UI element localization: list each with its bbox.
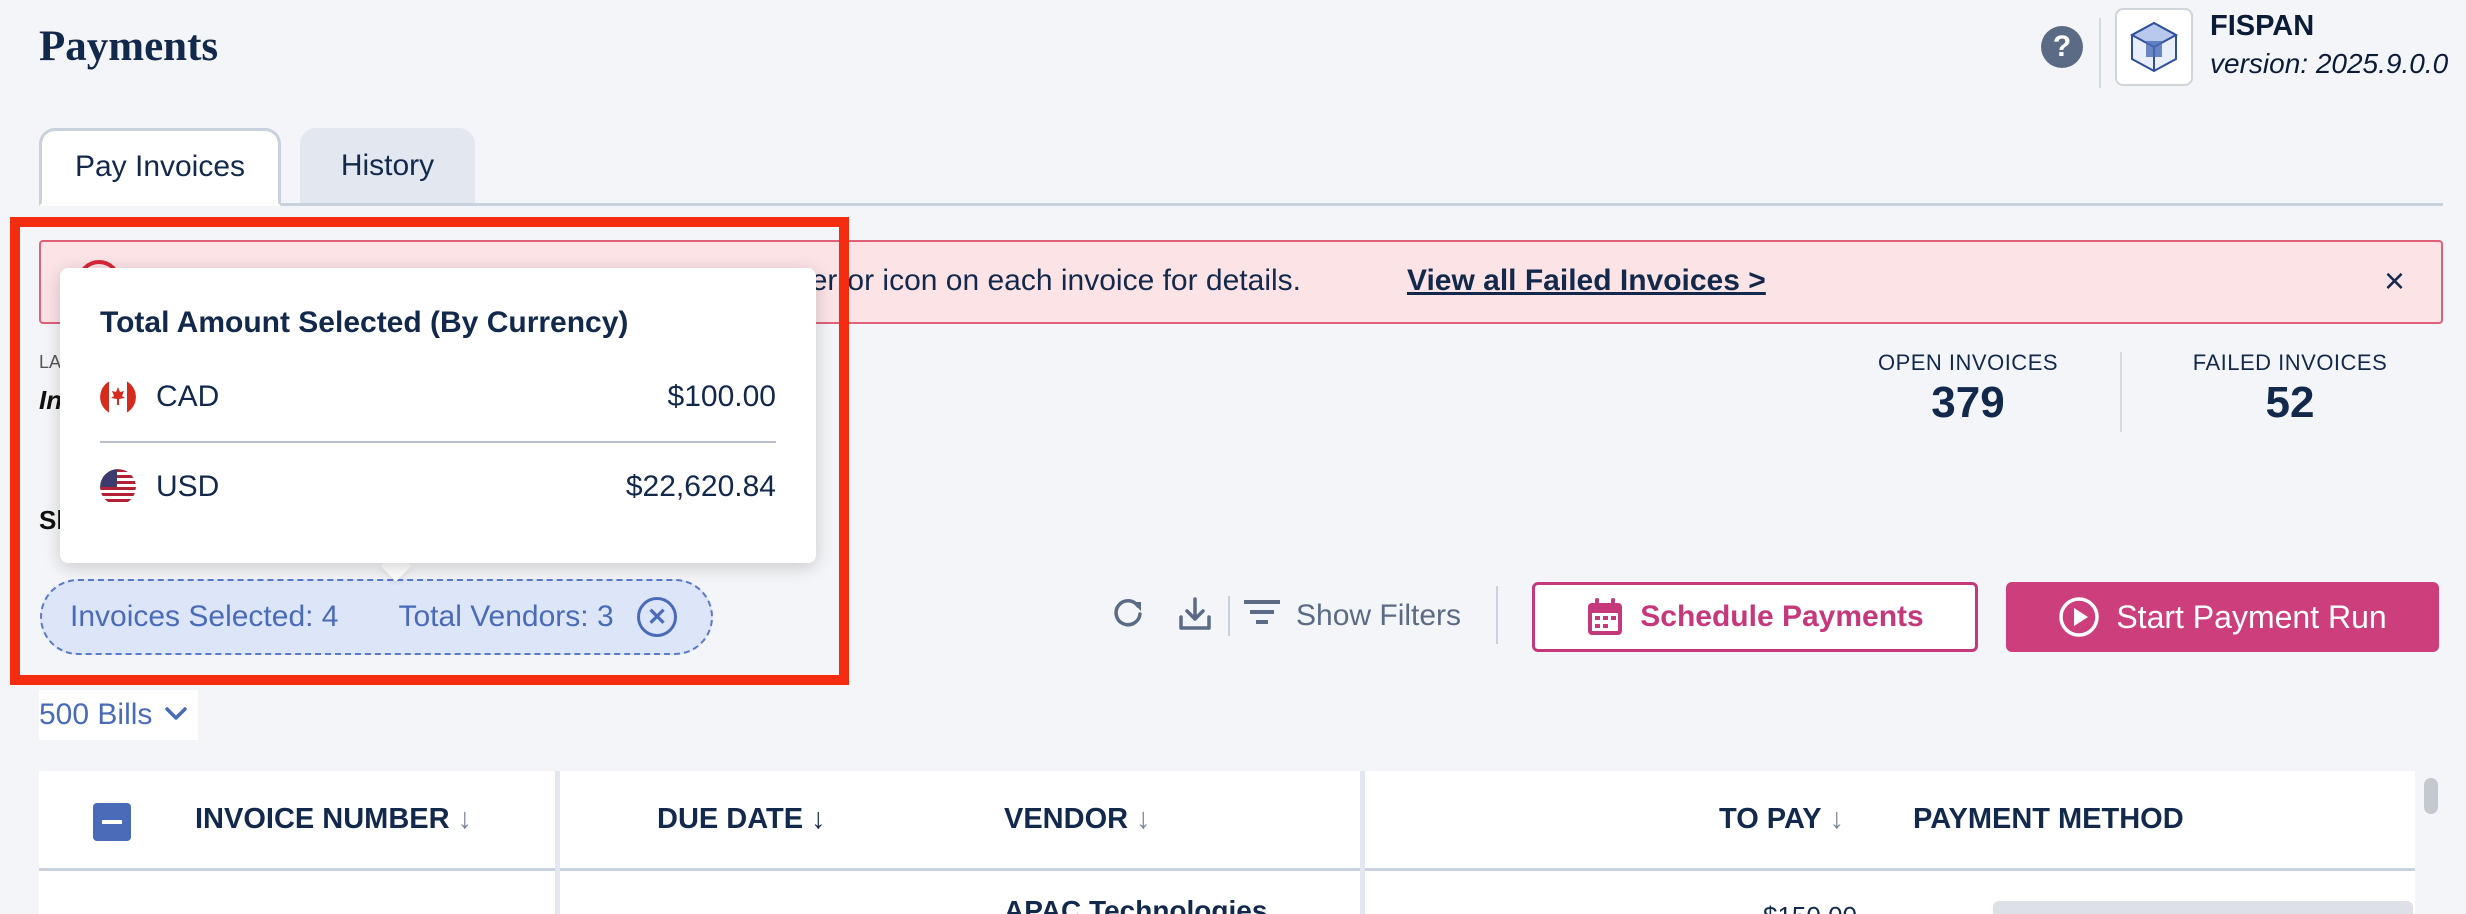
failed-invoices-value: 52 [2265,378,2315,427]
calendar-icon [1586,597,1624,637]
currency-amount: $22,620.84 [625,470,776,503]
selection-summary-chip[interactable]: Invoices Selected: 4 Total Vendors: 3 ✕ [40,579,713,655]
sort-arrow-icon: ↓ [1829,803,1845,835]
column-label: VENDOR [1004,803,1129,835]
play-circle-icon [2058,596,2100,638]
download-icon[interactable] [1175,594,1215,634]
canada-flag-icon [100,379,136,415]
tab-history[interactable]: History [300,128,475,203]
toolbar-divider [1496,586,1498,644]
tabs-underline [39,203,2443,206]
start-payment-run-button[interactable]: Start Payment Run [2006,582,2439,652]
column-label: DUE DATE [657,803,804,835]
failed-invoices-stat: FAILED INVOICES 52 [2190,350,2390,428]
bills-per-page-select[interactable]: 500 Bills [39,690,199,740]
failed-invoices-label: FAILED INVOICES [2192,350,2388,375]
bills-per-page-value: 500 Bills [39,698,153,731]
column-divider [1360,771,1365,914]
sort-arrow-icon: ↓ [1136,803,1151,835]
column-divider [555,771,560,914]
close-icon[interactable]: × [2384,260,2405,302]
popover-title: Total Amount Selected (By Currency) [100,306,629,339]
refresh-icon[interactable] [1108,594,1148,634]
payment-method-select[interactable] [1993,901,2413,914]
column-payment-method[interactable]: PAYMENT METHOD [1913,803,2184,836]
open-invoices-value: 379 [1931,378,2005,427]
show-filters-label: Show Filters [1296,599,1462,632]
app-version: version: 2025.9.0.0 [2210,48,2449,79]
sort-arrow-icon: ↓ [457,803,473,835]
table-row-amount: $150.00 [1763,901,1857,914]
tab-pay-invoices[interactable]: Pay Invoices [39,128,281,206]
column-label: TO PAY [1719,803,1822,835]
table-header: INVOICE NUMBER ↓ DUE DATE ↓ VENDOR ↓ TO PAY… [39,771,2415,871]
stats-divider [2120,352,2122,432]
currency-amount: $100.00 [667,380,776,413]
column-to-pay[interactable]: TO PAY ↓ [1719,803,1844,836]
help-icon[interactable]: ? [2041,26,2083,68]
open-invoices-stat: OPEN INVOICES 379 [1868,350,2068,428]
app-name: FISPAN [2210,10,2315,42]
column-label: INVOICE NUMBER [195,803,450,835]
page-title: Payments [39,23,219,70]
us-flag-icon [100,469,136,505]
header-divider [2099,18,2101,88]
select-all-checkbox[interactable] [93,803,131,841]
currency-row-usd: USD $22,620.84 [100,467,776,507]
currency-row-cad: CAD $100.00 [100,377,776,417]
error-banner-text: k the error icon on each invoice for det… [737,264,1301,297]
app-logo [2115,8,2193,86]
total-vendors-count: Total Vendors: 3 [398,600,614,633]
table-row-vendor: APAC Technologies [1004,895,1268,914]
show-filters-button[interactable]: Show Filters [1244,594,1461,638]
last-run-value: In [39,385,63,415]
schedule-payments-label: Schedule Payments [1640,600,1924,633]
column-label: PAYMENT METHOD [1913,803,2184,835]
start-payment-run-label: Start Payment Run [2116,598,2387,635]
popover-divider [100,441,776,443]
scrollbar-thumb[interactable] [2424,778,2438,814]
sort-arrow-icon: ↓ [811,803,826,835]
view-failed-invoices-link[interactable]: View all Failed Invoices > [1407,264,1766,298]
last-run-label: LA [39,352,62,372]
filter-icon [1244,597,1280,635]
column-due-date[interactable]: DUE DATE ↓ [657,803,826,836]
toolbar-divider [1228,596,1230,636]
schedule-payments-button[interactable]: Schedule Payments [1532,582,1978,652]
invoices-table: INVOICE NUMBER ↓ DUE DATE ↓ VENDOR ↓ TO PAY… [39,771,2415,914]
invoices-selected-count: Invoices Selected: 4 [70,600,339,633]
column-vendor[interactable]: VENDOR ↓ [1004,803,1151,836]
clear-selection-icon[interactable]: ✕ [637,597,677,637]
cube-logo-icon [2129,21,2179,73]
open-invoices-label: OPEN INVOICES [1877,350,2059,375]
currency-code: CAD [156,380,220,413]
currency-code: USD [156,470,220,503]
column-invoice-number[interactable]: INVOICE NUMBER ↓ [195,803,472,836]
chevron-down-icon [164,702,188,728]
